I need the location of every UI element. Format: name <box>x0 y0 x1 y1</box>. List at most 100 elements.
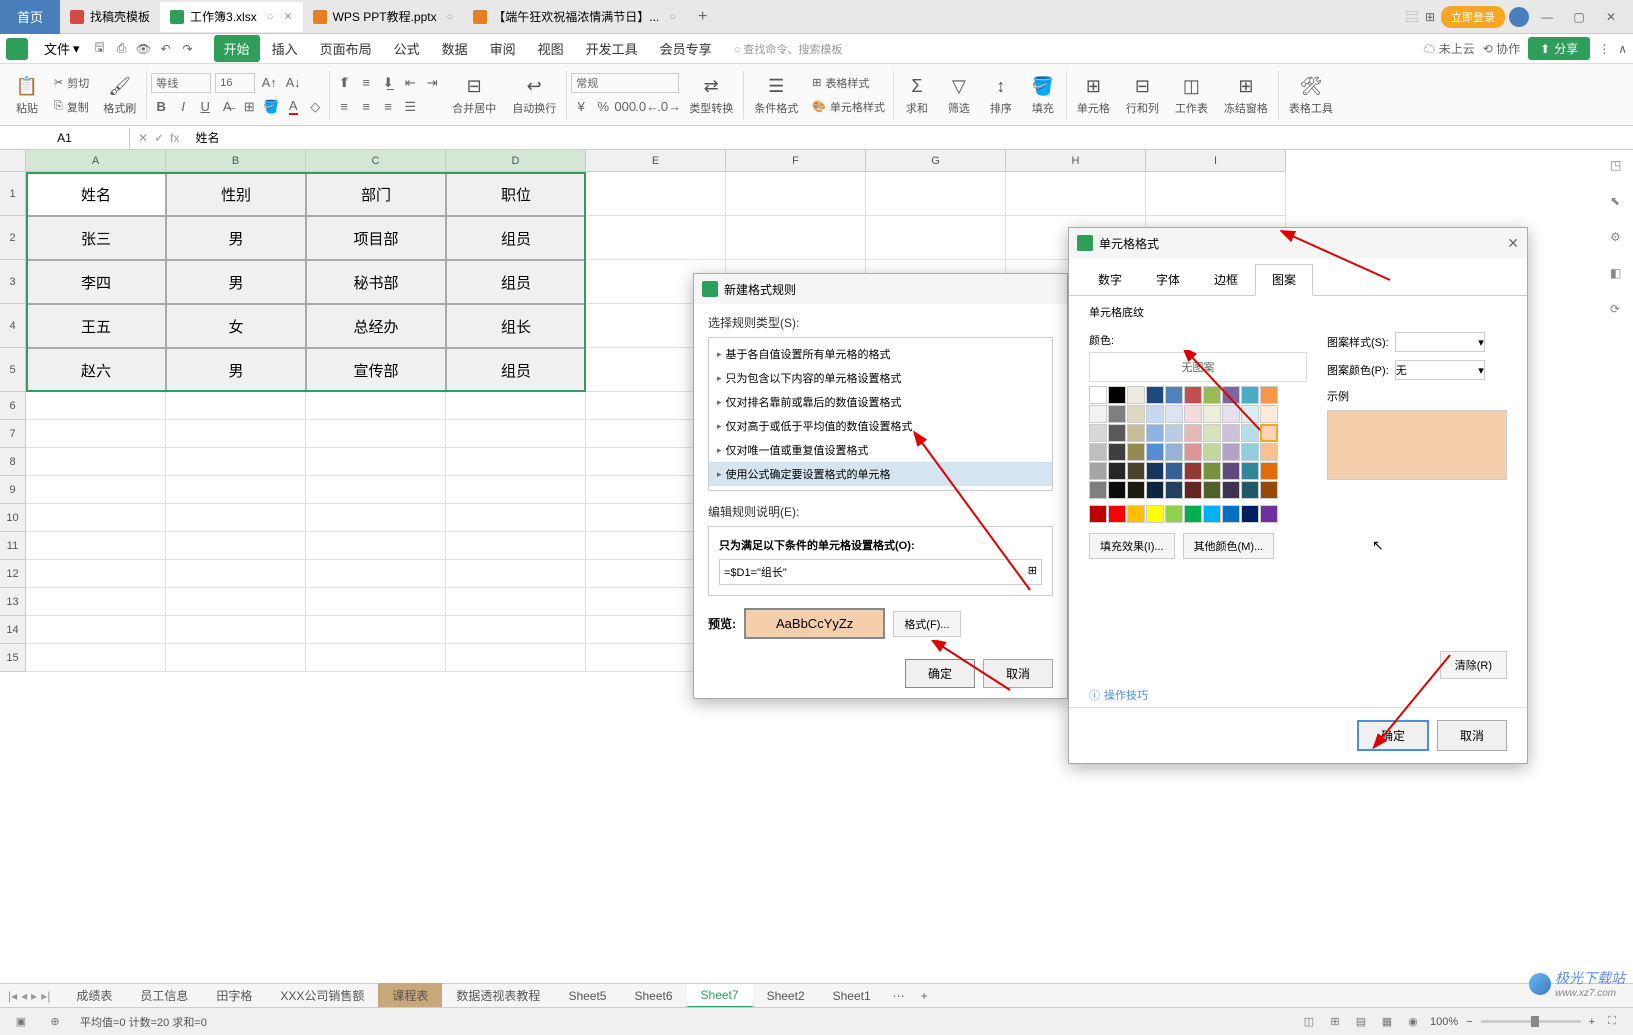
cell[interactable]: 赵六 <box>26 348 166 392</box>
number-format-select[interactable]: 常规 <box>571 73 679 93</box>
color-swatch[interactable] <box>1108 462 1126 480</box>
cell[interactable] <box>166 616 306 644</box>
sheet-tab[interactable]: 课程表 <box>378 983 442 1008</box>
cell[interactable] <box>166 392 306 420</box>
cell[interactable] <box>166 588 306 616</box>
nav-prev-icon[interactable]: ◂ <box>21 989 27 1003</box>
cell[interactable]: 项目部 <box>306 216 446 260</box>
color-swatch[interactable] <box>1146 505 1164 523</box>
color-swatch[interactable] <box>1165 481 1183 499</box>
menu-data[interactable]: 数据 <box>432 35 478 62</box>
rule-type-list[interactable]: 基于各自值设置所有单元格的格式 只为包含以下内容的单元格设置格式 仅对排名靠前或… <box>708 337 1053 491</box>
color-swatch[interactable] <box>1184 462 1202 480</box>
color-swatch[interactable] <box>1127 481 1145 499</box>
cell[interactable]: 男 <box>166 260 306 304</box>
color-swatch[interactable] <box>1222 505 1240 523</box>
nav-last-icon[interactable]: ▸| <box>41 989 50 1003</box>
maximize-button[interactable]: ▢ <box>1565 3 1593 31</box>
undo-icon[interactable]: ↶ <box>156 39 176 59</box>
color-swatch[interactable] <box>1241 386 1259 404</box>
merge-button[interactable]: ⊟合并居中 <box>446 72 502 118</box>
cell[interactable]: 部门 <box>306 172 446 216</box>
col-header[interactable]: I <box>1146 150 1286 172</box>
nav-first-icon[interactable]: |◂ <box>8 989 17 1003</box>
color-swatch[interactable] <box>1260 405 1278 423</box>
color-swatch[interactable] <box>1127 443 1145 461</box>
underline-icon[interactable]: U <box>195 97 215 117</box>
col-header[interactable]: E <box>586 150 726 172</box>
tab-ppt[interactable]: WPS PPT教程.pptx○ <box>303 2 464 32</box>
cell[interactable] <box>306 616 446 644</box>
freeze-button[interactable]: ⊞冻结窗格 <box>1218 72 1274 118</box>
distribute-icon[interactable]: ☰ <box>400 97 420 117</box>
sheet-tab[interactable]: Sheet7 <box>687 984 753 1008</box>
fill-color-icon[interactable]: 🪣 <box>261 97 281 117</box>
font-color-icon[interactable]: A <box>283 97 303 117</box>
cell[interactable] <box>446 504 586 532</box>
color-swatch[interactable] <box>1165 386 1183 404</box>
cell[interactable]: 宣传部 <box>306 348 446 392</box>
size-select[interactable]: 16 <box>215 73 255 93</box>
cell[interactable]: 王五 <box>26 304 166 348</box>
search-input[interactable]: ○ 查找命令、搜索模板 <box>734 41 843 57</box>
avatar[interactable] <box>1509 7 1529 27</box>
rule-item[interactable]: 仅对高于或低于平均值的数值设置格式 <box>709 414 1052 438</box>
cell[interactable] <box>306 392 446 420</box>
range-picker-icon[interactable]: ⊞ <box>1028 564 1037 580</box>
color-swatch[interactable] <box>1203 405 1221 423</box>
color-swatch[interactable] <box>1203 462 1221 480</box>
color-swatch[interactable] <box>1165 505 1183 523</box>
cell[interactable] <box>166 420 306 448</box>
cell[interactable]: 男 <box>166 216 306 260</box>
color-swatch[interactable] <box>1222 424 1240 442</box>
cell[interactable]: 总经办 <box>306 304 446 348</box>
color-swatch[interactable] <box>1127 505 1145 523</box>
cell[interactable] <box>306 504 446 532</box>
bold-icon[interactable]: B <box>151 97 171 117</box>
row-header[interactable]: 6 <box>0 392 26 420</box>
cell[interactable] <box>166 644 306 672</box>
zoom-label[interactable]: 100% <box>1430 1016 1458 1028</box>
cell[interactable] <box>26 588 166 616</box>
filter-button[interactable]: ▽筛选 <box>940 72 978 118</box>
color-swatch[interactable] <box>1241 405 1259 423</box>
view-page-icon[interactable]: ▤ <box>1352 1013 1370 1031</box>
cancel-button[interactable]: 取消 <box>1437 720 1507 751</box>
color-swatch[interactable] <box>1222 462 1240 480</box>
clear-button[interactable]: 清除(R) <box>1440 651 1507 679</box>
pin-icon[interactable]: ○ <box>447 11 454 23</box>
close-icon[interactable]: ✕ <box>283 10 292 23</box>
format-button[interactable]: 格式(F)... <box>893 611 960 637</box>
rule-item[interactable]: 仅对唯一值或重复值设置格式 <box>709 438 1052 462</box>
badge-icon[interactable]: ⿳ <box>1405 10 1419 24</box>
cell[interactable] <box>446 588 586 616</box>
thousands-icon[interactable]: 000 <box>615 97 635 117</box>
paste-group[interactable]: 📋粘贴 <box>8 72 46 118</box>
color-swatch[interactable] <box>1222 405 1240 423</box>
row-header[interactable]: 4 <box>0 304 26 348</box>
side-backup-icon[interactable]: ⟳ <box>1610 302 1628 320</box>
rowcol-button[interactable]: ⊟行和列 <box>1120 72 1165 118</box>
cell[interactable]: 李四 <box>26 260 166 304</box>
row-header[interactable]: 12 <box>0 560 26 588</box>
side-icon[interactable]: ◳ <box>1610 158 1628 176</box>
color-swatch[interactable] <box>1089 424 1107 442</box>
no-pattern-button[interactable]: 无图案 <box>1089 352 1307 382</box>
col-header[interactable]: G <box>866 150 1006 172</box>
zoom-out-icon[interactable]: − <box>1466 1016 1472 1028</box>
decrease-font-icon[interactable]: A↓ <box>283 73 303 93</box>
pin-icon[interactable]: ○ <box>669 11 676 23</box>
coop-button[interactable]: ⟲ 协作 <box>1483 40 1520 57</box>
redo-icon[interactable]: ↷ <box>178 39 198 59</box>
sum-button[interactable]: Σ求和 <box>898 72 936 118</box>
cell[interactable] <box>446 560 586 588</box>
cell[interactable] <box>446 392 586 420</box>
cell[interactable]: 性别 <box>166 172 306 216</box>
row-header[interactable]: 13 <box>0 588 26 616</box>
color-swatch[interactable] <box>1108 424 1126 442</box>
tab-pattern[interactable]: 图案 <box>1255 264 1313 296</box>
status-icon[interactable]: ⊕ <box>46 1013 64 1031</box>
nav-next-icon[interactable]: ▸ <box>31 989 37 1003</box>
cell[interactable] <box>1006 172 1146 216</box>
color-swatch[interactable] <box>1165 443 1183 461</box>
